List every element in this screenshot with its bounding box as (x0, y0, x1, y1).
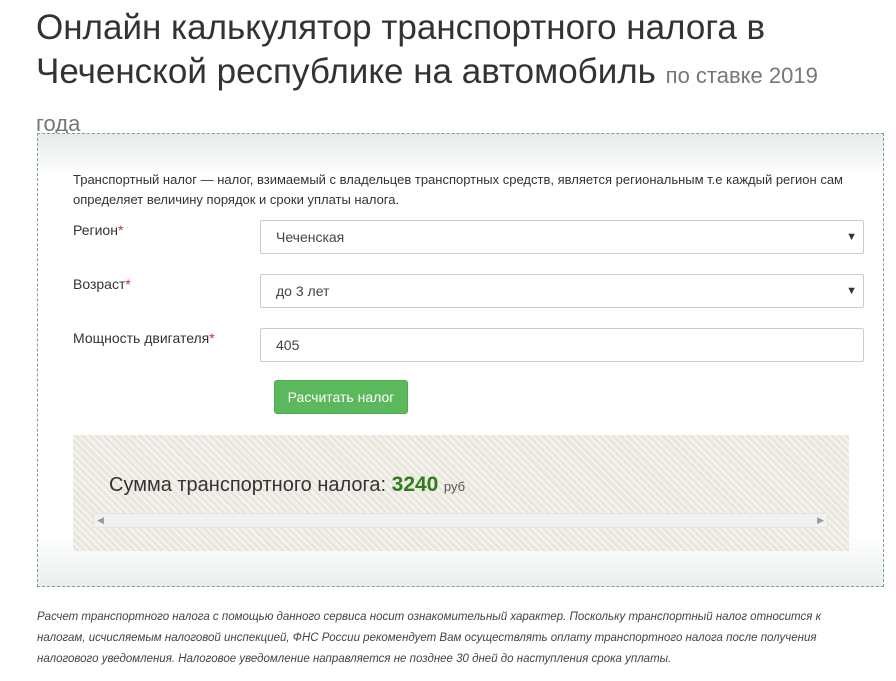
power-input[interactable]: 405 (260, 328, 864, 362)
result-label: Сумма транспортного налога: (109, 474, 387, 496)
scroll-left-icon[interactable]: ◀ (97, 514, 104, 527)
region-select[interactable]: Чеченская ▼ (260, 220, 864, 254)
power-label: Мощность двигателя* (73, 328, 215, 348)
disclaimer-text: Расчет транспортного налога с помощью да… (37, 611, 821, 665)
age-select[interactable]: до 3 лет ▼ (260, 274, 864, 308)
page-title: Онлайн калькулятор транспортного налога … (36, 6, 866, 146)
age-select-value: до 3 лет (276, 283, 330, 299)
currency-unit: руб (443, 479, 466, 494)
region-label: Регион* (73, 220, 123, 240)
required-mark: * (117, 222, 124, 238)
result-box: Сумма транспортного налога: 3240 руб ◀ ▶ (73, 435, 849, 551)
calculate-button[interactable]: Расчитать налог (274, 380, 408, 414)
chevron-down-icon: ▼ (846, 285, 857, 297)
age-label: Возраст* (73, 274, 131, 294)
region-label-text: Регион (73, 222, 118, 238)
intro-text: Транспортный налог — налог, взимаемый с … (73, 172, 843, 207)
scroll-right-icon[interactable]: ▶ (817, 514, 824, 527)
required-mark: * (209, 330, 215, 346)
region-select-value: Чеченская (276, 229, 345, 245)
calculator-panel: Транспортный налог — налог, взимаемый с … (37, 133, 884, 587)
power-input-value: 405 (276, 337, 300, 353)
required-mark: * (125, 276, 131, 292)
page-title-text: Онлайн калькулятор транспортного налога … (36, 8, 766, 91)
chevron-down-icon: ▼ (846, 231, 857, 243)
power-label-text: Мощность двигателя (73, 330, 210, 346)
age-label-text: Возраст (73, 276, 126, 292)
result-line: Сумма транспортного налога: 3240 руб (109, 472, 465, 500)
tax-amount: 3240 (391, 473, 439, 496)
horizontal-scrollbar[interactable]: ◀ ▶ (93, 513, 828, 528)
